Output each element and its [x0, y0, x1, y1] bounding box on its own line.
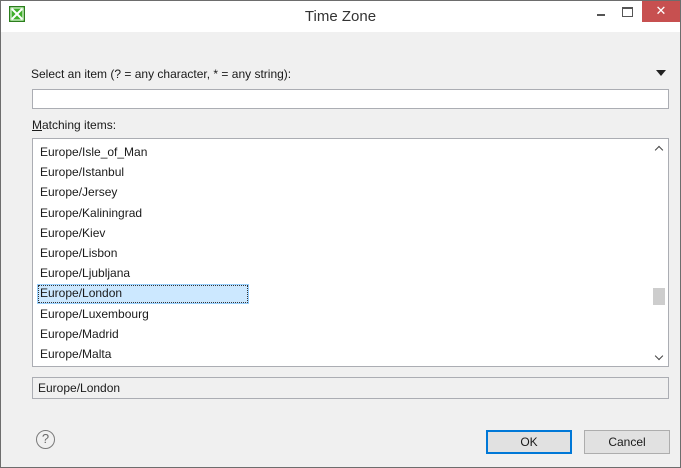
chevron-up-icon — [654, 145, 664, 155]
chevron-down-icon — [654, 351, 664, 361]
filter-prompt-label: Select an item (? = any character, * = a… — [31, 67, 292, 81]
list-item-label: Europe/London — [37, 284, 249, 305]
list-item[interactable]: Europe/Malta — [33, 344, 653, 364]
list-item-label: Europe/Isle_of_Man — [40, 145, 148, 159]
time-zone-dialog: Time Zone ✕ Select an item (? = any char… — [0, 0, 681, 468]
list-item-label: Europe/Malta — [40, 346, 112, 361]
list-item[interactable]: Europe/Kaliningrad — [33, 203, 653, 223]
list-item[interactable]: Europe/Isle_of_Man — [33, 142, 653, 162]
cancel-button[interactable]: Cancel — [584, 430, 670, 454]
list-item[interactable]: Europe/Kiev — [33, 223, 653, 243]
list-item-label: Europe/Istanbul — [40, 165, 125, 180]
window-title: Time Zone — [304, 8, 377, 25]
list-item[interactable]: Europe/Jersey — [33, 182, 653, 202]
view-menu-dropdown-icon[interactable] — [656, 70, 666, 76]
help-icon: ? — [41, 431, 50, 446]
list-item[interactable]: Europe/Istanbul — [33, 162, 653, 182]
selected-item-status: Europe/London — [32, 377, 669, 399]
list-item-label: Europe/Kaliningrad — [40, 205, 143, 220]
list-item[interactable]: Europe/Madrid — [33, 324, 653, 344]
help-button[interactable]: ? — [36, 430, 55, 449]
scroll-up-button[interactable] — [651, 139, 668, 156]
close-button[interactable]: ✕ — [642, 1, 680, 22]
maximize-button[interactable] — [614, 1, 640, 22]
matching-items-list[interactable]: Europe/Isle_of_Man Europe/Istanbul Europe/… — [32, 138, 669, 367]
list-item-label: Europe/Lisbon — [40, 245, 118, 260]
list-item-label: Europe/Madrid — [40, 326, 119, 341]
list-item-label: Europe/Kiev — [40, 225, 106, 240]
list-item-label: Europe/Jersey — [40, 185, 118, 200]
maximize-icon — [622, 7, 633, 17]
ok-button[interactable]: OK — [486, 430, 572, 454]
filter-input[interactable] — [32, 89, 669, 109]
scroll-down-button[interactable] — [651, 349, 668, 366]
minimize-icon — [597, 14, 605, 16]
list-item-label: Europe/Ljubljana — [40, 266, 131, 281]
minimize-button[interactable] — [588, 1, 614, 22]
list-items-container: Europe/Isle_of_Man Europe/Istanbul Europe/… — [33, 142, 653, 364]
matching-items-label: Matching items: — [32, 118, 116, 132]
list-item-selected[interactable]: Europe/London — [33, 283, 653, 305]
list-item[interactable]: Europe/Lisbon — [33, 243, 653, 263]
vertical-scrollbar[interactable] — [651, 139, 668, 366]
list-item[interactable]: Europe/Luxembourg — [33, 304, 653, 324]
matching-items-label-text: atching items: — [42, 118, 117, 132]
matching-items-mnemonic: M — [32, 118, 42, 132]
title-bar[interactable]: Time Zone ✕ — [1, 1, 680, 32]
scrollbar-thumb[interactable] — [653, 288, 665, 305]
list-item[interactable]: Europe/Ljubljana — [33, 263, 653, 283]
list-item-label: Europe/Luxembourg — [40, 306, 149, 321]
close-icon: ✕ — [655, 3, 667, 18]
